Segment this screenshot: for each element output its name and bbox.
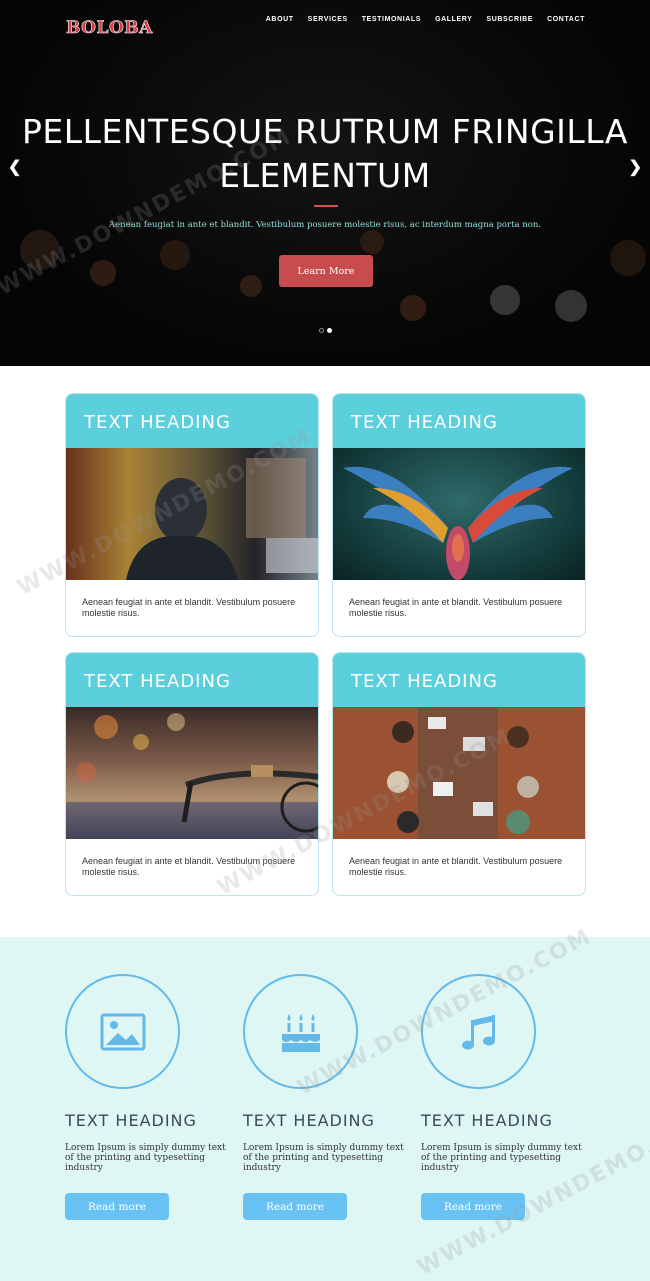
card-heading: TEXT HEADING [333, 394, 585, 448]
card-heading: TEXT HEADING [66, 653, 318, 707]
features-section: TEXT HEADING Lorem Ipsum is simply dummy… [0, 937, 650, 1281]
card: TEXT HEADING Aenean feugiat in ante et b… [332, 652, 586, 896]
bokeh-light [360, 230, 384, 254]
feature-icon-circle [65, 974, 180, 1089]
image-icon [100, 1013, 145, 1050]
nav-item-services[interactable]: SERVICES [308, 16, 348, 23]
chevron-right-icon[interactable]: ❯ [629, 157, 642, 177]
read-more-button[interactable]: Read more [243, 1193, 347, 1220]
card-heading: TEXT HEADING [66, 394, 318, 448]
nav-item-testimonials[interactable]: TESTIMONIALS [362, 16, 421, 23]
hero-title: PELLENTESQUE RUTRUM FRINGILLA ELEMENTUM [0, 110, 650, 198]
bokeh-light [490, 285, 520, 315]
feature-heading: TEXT HEADING [421, 1111, 553, 1130]
card-image-hooded-man [66, 448, 318, 580]
chevron-left-icon[interactable]: ❮ [8, 157, 21, 177]
card-text: Aenean feugiat in ante et blandit. Vesti… [349, 856, 563, 877]
bokeh-light [555, 290, 587, 322]
feature-heading: TEXT HEADING [65, 1111, 197, 1130]
bokeh-light [400, 295, 426, 321]
bicycle-illustration [66, 713, 318, 839]
feature-text: Lorem Ipsum is simply dummy text of the … [65, 1143, 226, 1173]
hero-subtitle: Aenean feugiat in ante et blandit. Vesti… [108, 220, 542, 230]
hero-title-line-2: ELEMENTUM [219, 156, 431, 195]
bokeh-light [240, 275, 262, 297]
bokeh-light [610, 240, 646, 276]
slider-dot-active[interactable] [327, 328, 332, 333]
hero-slider: BOLOBA ABOUT SERVICES TESTIMONIALS GALLE… [0, 0, 650, 366]
card-text: Aenean feugiat in ante et blandit. Vesti… [349, 597, 563, 618]
nav-item-about[interactable]: ABOUT [266, 16, 294, 23]
slider-dots [319, 328, 332, 333]
card-image-bicycle [66, 707, 318, 839]
hero-divider [314, 205, 338, 207]
feature-icon-circle [243, 974, 358, 1089]
feature-icon-circle [421, 974, 536, 1089]
feature-text: Lorem Ipsum is simply dummy text of the … [421, 1143, 582, 1173]
card-text: Aenean feugiat in ante et blandit. Vesti… [82, 597, 296, 618]
card-text: Aenean feugiat in ante et blandit. Vesti… [82, 856, 296, 877]
read-more-button[interactable]: Read more [421, 1193, 525, 1220]
parrot-wings-illustration [343, 466, 573, 580]
bokeh-light [90, 260, 116, 286]
feature-heading: TEXT HEADING [243, 1111, 375, 1130]
feature-text: Lorem Ipsum is simply dummy text of the … [243, 1143, 404, 1173]
bokeh-light [160, 240, 190, 270]
card-image-team-table [333, 707, 585, 839]
hooded-figure-illustration [66, 448, 318, 580]
card: TEXT HEADING Aenean feugiat in ante et b… [65, 393, 319, 637]
music-icon [461, 1014, 495, 1049]
logo[interactable]: BOLOBA [66, 18, 153, 39]
card: TEXT HEADING Aenean feugiat in ante et b… [332, 393, 586, 637]
card-heading: TEXT HEADING [333, 653, 585, 707]
slider-dot[interactable] [319, 328, 324, 333]
card-image-parrot-wings [333, 448, 585, 580]
hero-title-line-1: PELLENTESQUE RUTRUM FRINGILLA [21, 112, 628, 151]
read-more-button[interactable]: Read more [65, 1193, 169, 1220]
nav-item-subscribe[interactable]: SUBSCRIBE [486, 16, 533, 23]
cake-icon [281, 1013, 320, 1052]
learn-more-button[interactable]: Learn More [279, 255, 373, 287]
card: TEXT HEADING Aenean feugiat in ante et b… [65, 652, 319, 896]
nav-item-gallery[interactable]: GALLERY [435, 16, 472, 23]
main-nav: ABOUT SERVICES TESTIMONIALS GALLERY SUBS… [266, 16, 585, 23]
team-table-illustration [333, 707, 585, 839]
nav-item-contact[interactable]: CONTACT [547, 16, 585, 23]
bokeh-light [20, 230, 60, 270]
